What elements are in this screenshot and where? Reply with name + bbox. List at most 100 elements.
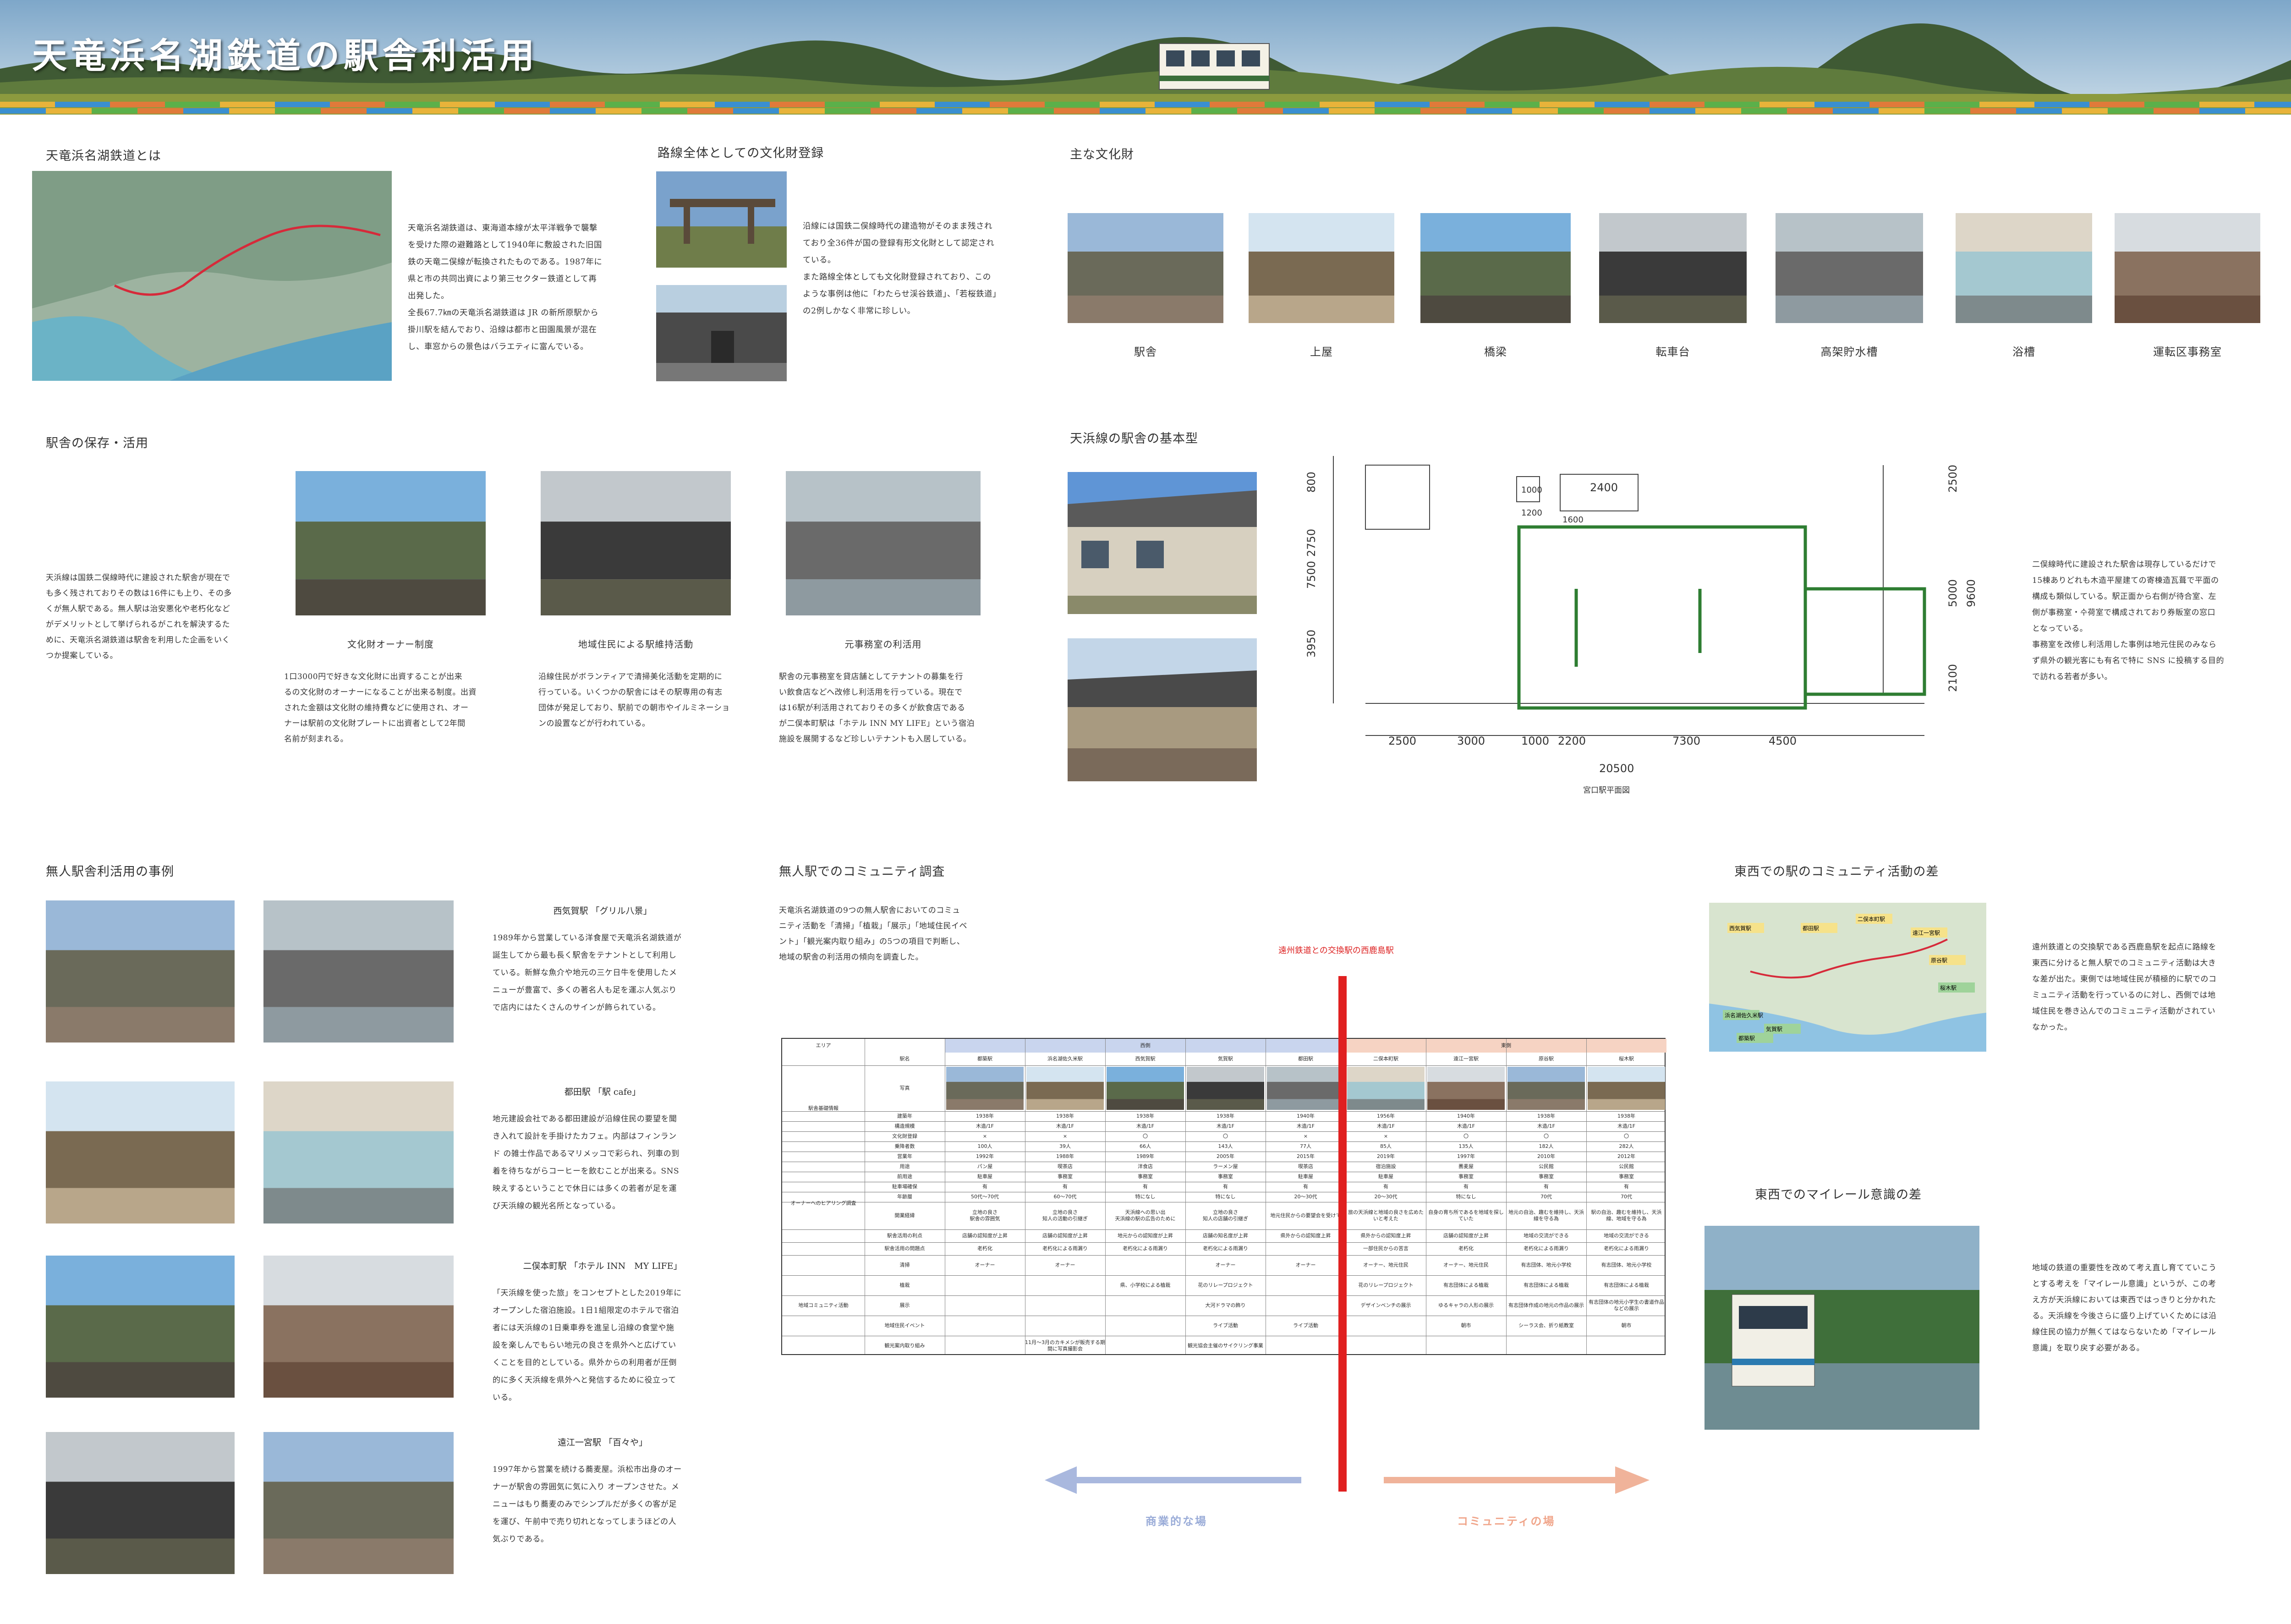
table-cell: 老朽化 (1458, 1245, 1474, 1251)
heritage-caption: 橋梁 (1484, 346, 1507, 358)
heritage-caption: 転車台 (1655, 346, 1690, 358)
about-heading: 天竜浜名湖鉄道とは (46, 149, 161, 163)
table-cell: 有志団体作成の地元の作品の展示 (1508, 1302, 1584, 1308)
heritage-photo-2 (1249, 213, 1394, 323)
table-cell: 有志団体、地元小学校 (1601, 1262, 1652, 1268)
row-label: 年齢層 (897, 1193, 912, 1200)
table-cell: 1938年 (1056, 1113, 1074, 1119)
registration-heading: 路線全体としての文化財登録 (658, 146, 824, 160)
survey-station-photo (1507, 1067, 1585, 1110)
table-cell: ゆるキャラの人形の展示 (1438, 1302, 1494, 1308)
table-cell: 60〜70代 (1053, 1193, 1077, 1200)
table-vline (1185, 1039, 1186, 1354)
table-cell: 1989年 (1136, 1153, 1154, 1159)
svg-text:気賀駅: 気賀駅 (1766, 1026, 1782, 1032)
dim-small-2: 1600 (1562, 515, 1584, 525)
table-cell: ライブ活動 (1213, 1322, 1238, 1328)
survey-station-photo (1187, 1067, 1264, 1110)
heritage-photo-7 (2115, 213, 2260, 323)
table-cell: 地域の交流ができる (1524, 1232, 1569, 1239)
community-survey-table: エリア 西側 東側 駅名 都築駅 浜名湖佐久米駅 西気賀駅 気賀駅 都田駅 二俣本町駅 遠江一宮駅原… (781, 1038, 1666, 1355)
table-cell: 県、小学校による植栽 (1120, 1282, 1171, 1288)
station-name: 原谷駅 (1539, 1055, 1554, 1062)
station-name: 桜木駅 (1619, 1055, 1634, 1062)
dim-bottom-2: 1000 (1521, 735, 1549, 747)
dim-small-1: 1200 (1521, 508, 1542, 518)
table-cell: 70代 (1621, 1193, 1632, 1200)
dim-right-1: 5000 (1946, 579, 1959, 607)
preservation-photo-3 (786, 471, 981, 615)
map-station-label: 浜名湖佐久米駅 (1723, 1010, 1763, 1020)
dim-bottom-3: 2200 (1558, 735, 1586, 747)
table-cell: 1956年 (1377, 1113, 1395, 1119)
table-cell: 〇 (1624, 1133, 1629, 1139)
eastwest-text: 遠州鉄道との交換駅である西鹿島駅を起点に路線を 東西に分けると無人駅でのコミュニ… (2032, 943, 2217, 1032)
station-name: 都田駅 (1298, 1055, 1313, 1062)
myrail-heading: 東西でのマイレール意識の差 (1755, 1188, 1922, 1202)
table-cell: オーナー (975, 1262, 995, 1268)
table-cell: 100人 (977, 1143, 992, 1149)
table-cell: 〇 (1463, 1133, 1469, 1139)
row-label: 建築年 (897, 1113, 912, 1119)
table-cell: 有志団体による植栽 (1604, 1282, 1649, 1288)
row-label: 清掃 (899, 1262, 910, 1268)
svg-text:都築駅: 都築駅 (1738, 1035, 1755, 1042)
table-cell: 20〜30代 (1374, 1193, 1398, 1200)
station-platform-photo (1068, 638, 1257, 781)
table-cell: × (982, 1133, 987, 1139)
dim-left-2: 7500 (1306, 561, 1318, 589)
table-cell: 1938年 (976, 1113, 994, 1119)
station-exterior-photo (1068, 472, 1257, 614)
table-cell: 事務室 (1138, 1173, 1153, 1180)
table-cell: 県外からの認知度上昇 (1360, 1232, 1411, 1239)
table-cell: 旅の天浜線と地域の良さを広めたいと考えた (1348, 1209, 1424, 1222)
table-cell: 店舗の知名度が上昇 (1203, 1232, 1248, 1239)
table-cell: 自身の育ち所であるを地域を探していた (1428, 1209, 1504, 1222)
survey-station-photo (946, 1067, 1024, 1110)
table-cell (1105, 1316, 1185, 1336)
case-title: 二俣本町駅 「ホテル INN MY LIFE」 (523, 1261, 682, 1271)
svg-text:浜名湖佐久米駅: 浜名湖佐久米駅 (1725, 1012, 1763, 1019)
svg-text:都田駅: 都田駅 (1803, 925, 1819, 932)
svg-text:二俣本町駅: 二俣本町駅 (1858, 916, 1885, 922)
case-interior-photo (263, 1081, 454, 1223)
dim-bottom-4: 7300 (1672, 735, 1700, 747)
table-cell: 朝市 (1621, 1322, 1632, 1328)
table-cell: 1997年 (1457, 1153, 1475, 1159)
table-cell: 有志団体、地元小学校 (1521, 1262, 1572, 1268)
table-cell: 有 (1383, 1183, 1388, 1190)
train-illustration (1159, 43, 1270, 90)
table-vline (1586, 1039, 1587, 1354)
table-cell (1025, 1275, 1105, 1295)
table-cell: 有志団体による植栽 (1443, 1282, 1489, 1288)
table-cell: 1988年 (1056, 1153, 1074, 1159)
table-cell: 木造/1F (1457, 1123, 1475, 1129)
table-cell: 老朽化による雨漏り (1604, 1245, 1649, 1251)
table-cell: 立地の良さ 駅舎の雰囲気 (970, 1209, 1000, 1222)
case-text: 地元建設会社である都田建設が沿線住民の要望を聞 き入れて設計を手掛けたカフェ。内… (493, 1114, 680, 1211)
table-cell: 事務室 (1619, 1173, 1634, 1180)
station-name: 気賀駅 (1218, 1055, 1233, 1062)
table-cell (1025, 1316, 1105, 1336)
table-cell: 1940年 (1457, 1113, 1475, 1119)
banner-stripe-bottom (0, 108, 2291, 114)
table-cell: 特になし (1456, 1193, 1476, 1200)
survey-station-photo (1588, 1067, 1665, 1110)
row-label: 乗降者数 (894, 1143, 915, 1149)
table-cell: 木造/1F (1376, 1123, 1395, 1129)
map-station-label: 気賀駅 (1764, 1024, 1801, 1034)
case-interior-photo (263, 1256, 454, 1398)
table-cell: 有志団体による植栽 (1524, 1282, 1569, 1288)
table-cell: 木造/1F (1296, 1123, 1315, 1129)
table-cell: 地元からの認知度が上昇 (1118, 1232, 1173, 1239)
table-cell: 地域の交流ができる (1604, 1232, 1649, 1239)
arrow-right-label: コミュニティの場 (1457, 1515, 1556, 1528)
row-label: 展示 (899, 1302, 910, 1308)
table-cell (1266, 1295, 1346, 1316)
table-cell (1586, 1336, 1666, 1356)
table-cell: 喫茶店 (1298, 1163, 1313, 1169)
route-map-image (32, 171, 392, 381)
dim-total: 20500 (1599, 762, 1634, 775)
survey-station-photo (1107, 1067, 1184, 1110)
table-vline (1506, 1039, 1507, 1354)
